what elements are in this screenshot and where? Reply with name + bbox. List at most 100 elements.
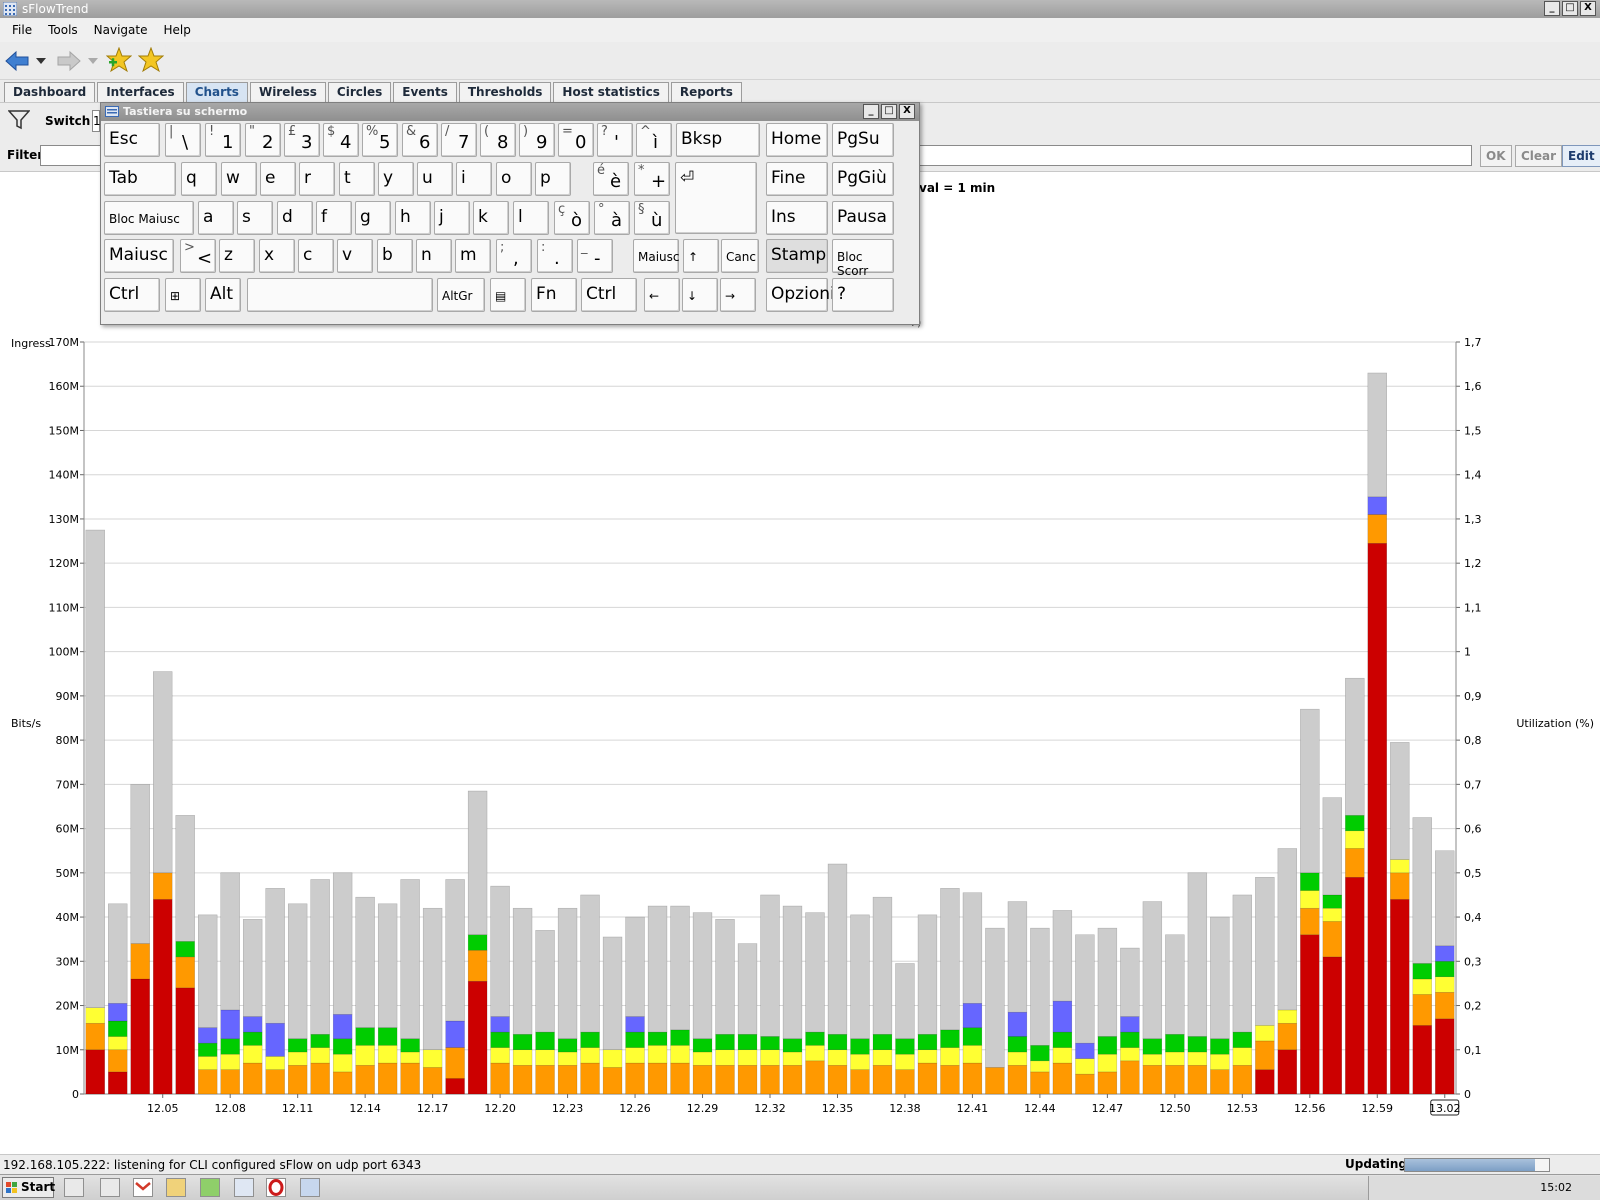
osk-key-esc[interactable]: Esc [104, 123, 160, 157]
tab-reports[interactable]: Reports [670, 82, 742, 102]
osk-key-h[interactable]: h [395, 201, 431, 235]
close-button[interactable]: X [1580, 1, 1596, 16]
osk-key-fine[interactable]: Fine [766, 162, 828, 196]
menu-navigate[interactable]: Navigate [86, 23, 156, 37]
osk-key-0[interactable]: = 0 [558, 123, 594, 157]
osk-key-5[interactable]: % 5 [362, 123, 398, 157]
osk-key--[interactable]: _ - [577, 239, 613, 273]
osk-key-6[interactable]: & 6 [402, 123, 438, 157]
osk-key-b[interactable]: b [377, 239, 413, 273]
osk-key-v[interactable]: v [337, 239, 373, 273]
osk-key-+[interactable]: * + [634, 162, 670, 196]
osk-key-bloc-maiusc[interactable]: Bloc Maiusc [104, 201, 194, 235]
osk-key-p[interactable]: p [535, 162, 571, 196]
osk-key-▤[interactable]: ▤ [490, 278, 526, 312]
osk-key-o[interactable]: o [496, 162, 532, 196]
osk-key-alt[interactable]: Alt [205, 278, 241, 312]
edit-button[interactable]: Edit [1562, 145, 1600, 167]
osk-key-j[interactable]: j [434, 201, 470, 235]
osk-key-maiusc[interactable]: Maiusc [633, 239, 680, 273]
sflowtrend-taskbar-icon[interactable] [234, 1178, 254, 1197]
gmail-icon[interactable] [133, 1178, 153, 1197]
tab-thresholds[interactable]: Thresholds [458, 82, 552, 102]
osk-key-7[interactable]: /7 [441, 123, 477, 157]
osk-key-ins[interactable]: Ins [766, 201, 828, 235]
osk-key-.[interactable]: :. [537, 239, 573, 273]
tab-events[interactable]: Events [393, 82, 457, 102]
tab-dashboard[interactable]: Dashboard [4, 82, 96, 102]
osk-key-1[interactable]: ! 1 [205, 123, 241, 157]
osk-key-z[interactable]: z [219, 239, 255, 273]
osk-key-à[interactable]: ° à [594, 201, 630, 235]
favorites-star-icon[interactable] [138, 47, 164, 73]
filter-funnel-icon[interactable] [8, 110, 30, 130]
osk-key-c[interactable]: c [298, 239, 334, 273]
add-favorite-star-icon[interactable] [106, 47, 132, 73]
osk-key-canc[interactable]: Canc [721, 239, 759, 273]
taskbar-app-icon[interactable] [100, 1178, 120, 1197]
osk-key-ctrl[interactable]: Ctrl [581, 278, 637, 312]
osk-key-⊞[interactable]: ⊞ [165, 278, 201, 312]
osk-key-è[interactable]: éè [593, 162, 629, 196]
osk-key-,[interactable]: ;, [496, 239, 532, 273]
osk-key-?[interactable]: ? [832, 278, 894, 312]
osk-key-4[interactable]: $4 [323, 123, 359, 157]
osk-key-ù[interactable]: § ù [634, 201, 670, 235]
osk-key-\[interactable]: | \ [165, 123, 201, 157]
menu-file[interactable]: File [4, 23, 40, 37]
osk-key-a[interactable]: a [198, 201, 234, 235]
osk-key-i[interactable]: i [456, 162, 492, 196]
osk-key-maiusc[interactable]: Maiusc [104, 239, 174, 273]
osk-key-ò[interactable]: çò [554, 201, 590, 235]
maximize-button[interactable]: □ [1562, 1, 1578, 16]
osk-key-x[interactable]: x [259, 239, 295, 273]
osk-key-pggiù[interactable]: PgGiù [832, 162, 894, 196]
osk-key-ctrl[interactable]: Ctrl [104, 278, 160, 312]
clear-button[interactable]: Clear [1515, 145, 1563, 167]
chevron-down-icon[interactable] [36, 58, 46, 64]
minimize-button[interactable]: _ [1544, 1, 1560, 16]
osk-key-↑[interactable]: ↑ [683, 239, 719, 273]
osk-key-2[interactable]: " 2 [245, 123, 281, 157]
keyboard-taskbar-icon[interactable] [300, 1178, 320, 1197]
osk-key-tab[interactable]: Tab [104, 162, 176, 196]
osk-key-↓[interactable]: ↓ [682, 278, 718, 312]
osk-key-k[interactable]: k [473, 201, 509, 235]
tab-wireless[interactable]: Wireless [249, 82, 326, 102]
osk-key-8[interactable]: (8 [480, 123, 516, 157]
osk-key-stamp[interactable]: Stamp [766, 239, 828, 273]
osk-key-d[interactable]: d [277, 201, 313, 235]
taskbar-app-icon[interactable] [200, 1178, 220, 1197]
osk-key-bloc-scorr[interactable]: Bloc Scorr [832, 239, 894, 278]
osk-key-r[interactable]: r [299, 162, 335, 196]
osk-key-s[interactable]: s [237, 201, 273, 235]
back-arrow-icon[interactable] [4, 50, 30, 72]
osk-key-t[interactable]: t [339, 162, 375, 196]
osk-key-n[interactable]: n [416, 239, 452, 273]
tab-circles[interactable]: Circles [327, 82, 392, 102]
taskbar-app-icon[interactable] [64, 1178, 84, 1197]
start-button[interactable]: Start [2, 1177, 55, 1198]
tab-host-statistics[interactable]: Host statistics [553, 82, 669, 102]
osk-maximize-button[interactable]: □ [881, 104, 897, 119]
osk-key-3[interactable]: £3 [284, 123, 320, 157]
switch-select[interactable]: 1 [92, 110, 101, 132]
osk-key-bksp[interactable]: Bksp [676, 123, 760, 157]
tab-charts[interactable]: Charts [185, 82, 248, 102]
osk-key-⏎[interactable]: ⏎ [675, 162, 757, 234]
osk-close-button[interactable]: X [899, 104, 915, 119]
osk-key-l[interactable]: l [513, 201, 549, 235]
osk-key-'[interactable]: ? ' [597, 123, 633, 157]
osk-key-←[interactable]: ← [644, 278, 680, 312]
osk-minimize-button[interactable]: _ [863, 104, 879, 119]
osk-key-fn[interactable]: Fn [531, 278, 577, 312]
osk-key-<[interactable]: > < [180, 239, 216, 273]
opera-icon[interactable] [266, 1178, 286, 1197]
osk-key-opzioni[interactable]: Opzioni [766, 278, 835, 312]
osk-key-u[interactable]: u [417, 162, 453, 196]
osk-key-m[interactable]: m [455, 239, 491, 273]
osk-key-home[interactable]: Home [766, 123, 828, 157]
osk-key-9[interactable]: ) 9 [519, 123, 555, 157]
osk-key-f[interactable]: f [316, 201, 352, 235]
osk-key-pgsu[interactable]: PgSu [832, 123, 894, 157]
